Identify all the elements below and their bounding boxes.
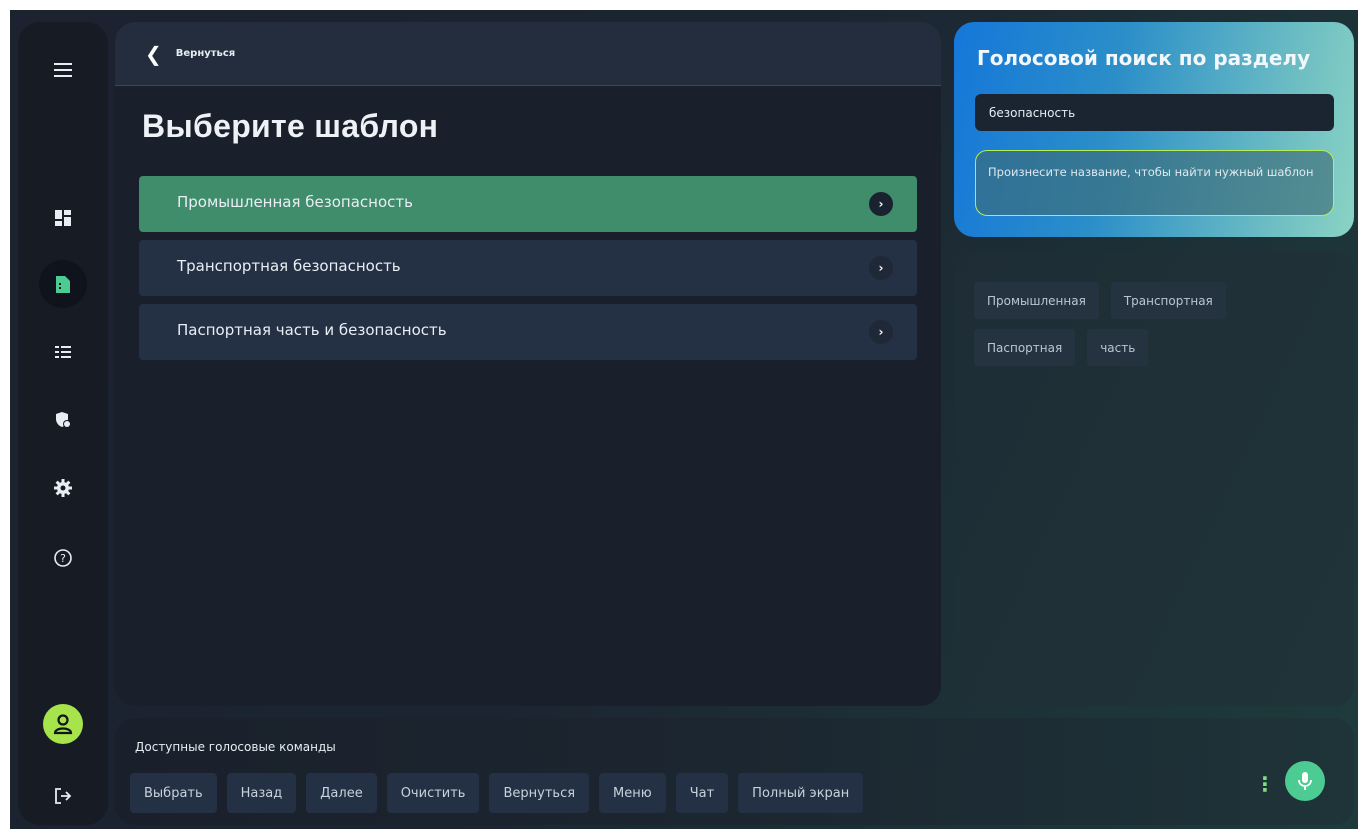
hamburger-icon[interactable] <box>39 46 87 94</box>
suggestion-chip[interactable]: Транспортная <box>1110 282 1226 319</box>
template-label: Паспортная часть и безопасность <box>177 321 447 339</box>
command-chip-clear[interactable]: Очистить <box>386 773 480 813</box>
template-item-transport[interactable]: Транспортная безопасность › <box>139 240 917 296</box>
app-window: ? ❮ Вернуться Выберите шаблон Промышленн… <box>10 10 1358 829</box>
command-chip-chat[interactable]: Чат <box>675 773 729 813</box>
page-title: Выберите шаблон <box>142 108 439 144</box>
suggestions-panel: Промышленная Транспортная Паспортная час… <box>954 252 1354 706</box>
user-icon[interactable] <box>43 704 83 744</box>
sidebar: ? <box>18 22 108 825</box>
panel-header: ❮ Вернуться <box>115 22 941 86</box>
command-chip-return[interactable]: Вернуться <box>489 773 590 813</box>
voice-search-panel: Голосовой поиск по разделу безопасность … <box>954 22 1354 237</box>
suggestion-chip[interactable]: Паспортная <box>974 329 1076 366</box>
command-chip-fullscreen[interactable]: Полный экран <box>738 773 864 813</box>
template-item-passport[interactable]: Паспортная часть и безопасность › <box>139 304 917 360</box>
voice-commands-title: Доступные голосовые команды <box>135 740 336 754</box>
logout-icon[interactable] <box>39 772 87 820</box>
template-label: Транспортная безопасность <box>177 257 401 275</box>
chevron-left-icon: ❮ <box>145 41 162 66</box>
voice-search-input[interactable]: безопасность <box>975 94 1334 131</box>
suggestion-chips: Промышленная Транспортная Паспортная час… <box>974 282 1334 366</box>
microphone-button[interactable] <box>1285 761 1325 801</box>
voice-commands-bar: Доступные голосовые команды Выбрать Наза… <box>115 718 1354 825</box>
back-button[interactable]: ❮ Вернуться <box>145 42 235 66</box>
command-chip-select[interactable]: Выбрать <box>130 773 217 813</box>
template-list: Промышленная безопасность › Транспортная… <box>139 176 917 368</box>
chevron-right-icon: › <box>869 192 893 216</box>
help-icon[interactable]: ? <box>39 534 87 582</box>
chevron-right-icon: › <box>869 320 893 344</box>
template-item-industrial[interactable]: Промышленная безопасность › <box>139 176 917 232</box>
command-chip-next[interactable]: Далее <box>306 773 377 813</box>
template-panel: ❮ Вернуться Выберите шаблон Промышленная… <box>115 22 941 706</box>
back-label: Вернуться <box>175 48 236 59</box>
template-label: Промышленная безопасность <box>177 193 413 211</box>
checklist-icon[interactable] <box>39 328 87 376</box>
voice-search-title: Голосовой поиск по разделу <box>977 46 1311 70</box>
voice-search-hint: Произнесите название, чтобы найти нужный… <box>975 150 1334 216</box>
chevron-right-icon: › <box>869 256 893 280</box>
command-chip-back[interactable]: Назад <box>226 773 297 813</box>
suggestion-chip[interactable]: Промышленная <box>974 282 1099 319</box>
more-options-icon[interactable]: ⋮ <box>1255 774 1275 794</box>
gear-icon[interactable] <box>39 464 87 512</box>
dashboard-icon[interactable] <box>39 194 87 242</box>
document-icon[interactable] <box>39 260 87 308</box>
suggestion-chip[interactable]: часть <box>1087 329 1149 366</box>
microphone-icon <box>1298 772 1312 790</box>
shield-icon[interactable] <box>39 396 87 444</box>
command-chip-menu[interactable]: Меню <box>599 773 666 813</box>
svg-text:?: ? <box>60 552 66 565</box>
voice-command-list: Выбрать Назад Далее Очистить Вернуться М… <box>130 773 864 813</box>
